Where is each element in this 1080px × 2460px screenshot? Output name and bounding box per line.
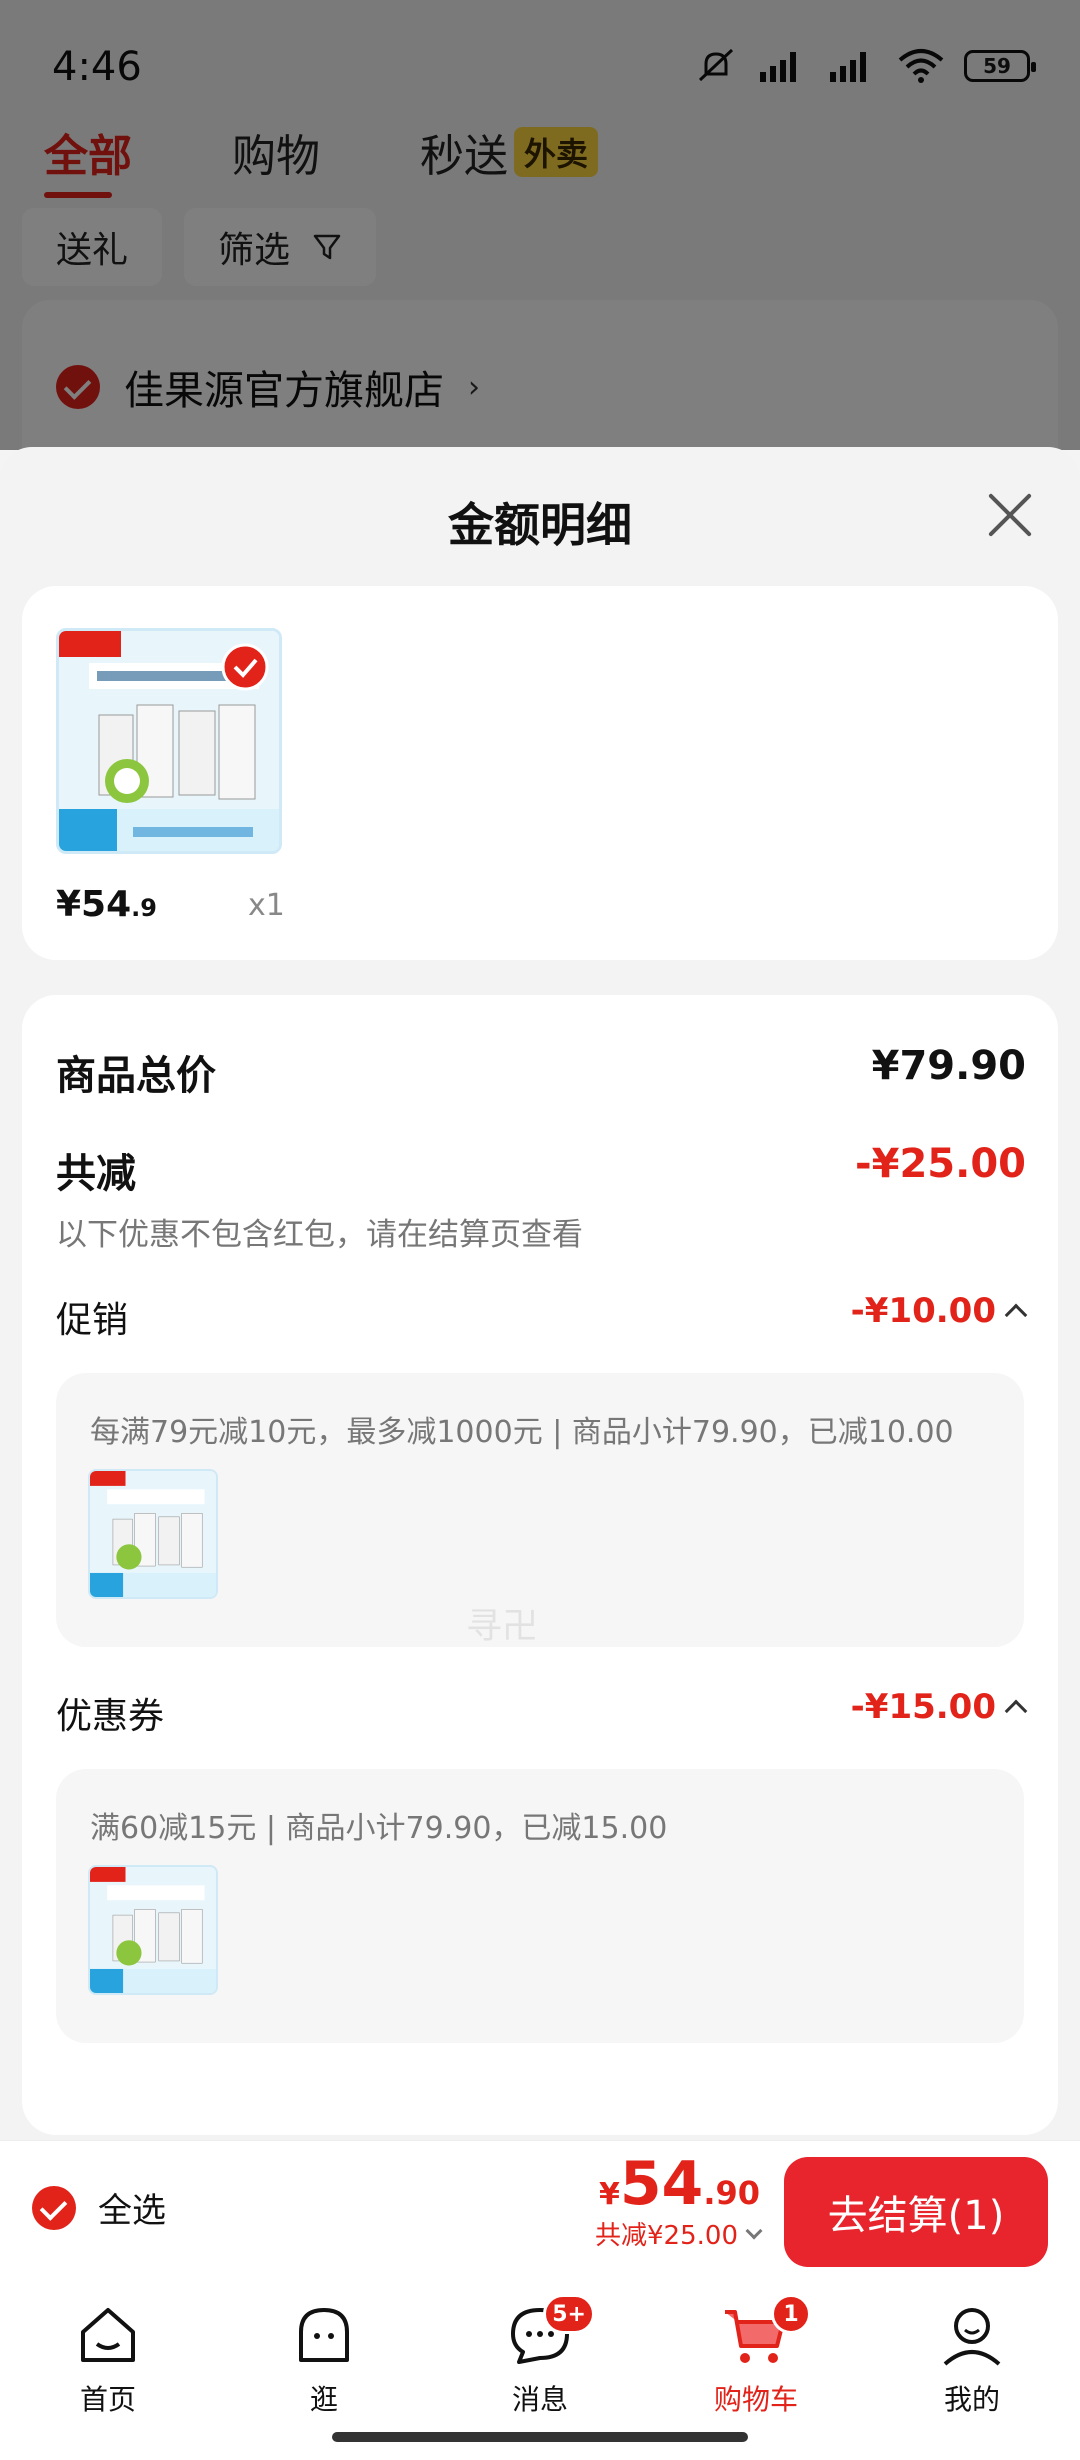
dim-overlay[interactable] (0, 0, 1080, 450)
check-icon (32, 2185, 76, 2230)
checkout-button[interactable]: 去结算(1) (784, 2157, 1048, 2267)
promotion-toggle[interactable]: -¥10.00 (850, 1291, 1028, 1331)
promotion-product-thumbnail[interactable] (88, 1469, 218, 1599)
nav-messages[interactable]: 5+ 消息 (470, 2294, 610, 2418)
product-price-decimal: .9 (131, 894, 157, 922)
message-icon: 5+ (505, 2294, 595, 2370)
promotion-value: -¥10.00 (850, 1291, 996, 1331)
chevron-down-icon (745, 2222, 763, 2239)
select-all-label: 全选 (98, 2191, 166, 2231)
discount-note: 以下优惠不包含红包，请在结算页查看 (56, 1217, 583, 1253)
nav-home[interactable]: 首页 (38, 2300, 178, 2418)
total-price-main: 54 (619, 2149, 704, 2219)
watermark: 寻卍 (466, 1606, 539, 1647)
nav-home-label: 首页 (79, 2383, 136, 2416)
nav-profile[interactable]: 我的 (902, 2300, 1042, 2418)
nav-cart[interactable]: 1 购物车 (686, 2294, 826, 2418)
messages-badge: 5+ (543, 2294, 595, 2334)
nav-browse[interactable]: 逛 (254, 2300, 394, 2418)
total-saved-label: 共减¥25.00 (595, 2221, 738, 2251)
cart-badge: 1 (771, 2294, 811, 2334)
promotion-label: 促销 (56, 1300, 129, 1341)
nav-browse-label: 逛 (309, 2383, 338, 2416)
home-icon (73, 2300, 143, 2370)
product-price: ¥54.9 (56, 884, 157, 925)
checkout-bar: 全选 ¥54.90 共减¥25.00 去结算(1) (0, 2140, 1080, 2280)
close-icon[interactable] (982, 487, 1038, 543)
promotion-desc: 每满79元减10元，最多减1000元 | 商品小计79.90，已减10.00 (90, 1415, 954, 1450)
price-detail-card: 商品总价 ¥79.90 共减 -¥25.00 以下优惠不包含红包，请在结算页查看… (22, 995, 1058, 2135)
product-price-main: ¥54 (56, 884, 132, 925)
coupon-value: -¥15.00 (850, 1687, 996, 1727)
cart-icon: 1 (721, 2294, 811, 2370)
sheet-title: 金额明细 (448, 498, 632, 552)
nav-messages-label: 消息 (511, 2383, 568, 2416)
total-saved: 共减¥25.00 (595, 2215, 763, 2252)
subtotal-value: ¥79.90 (871, 1043, 1026, 1089)
coupon-label: 优惠券 (56, 1696, 165, 1737)
discount-value: -¥25.00 (855, 1141, 1026, 1187)
coupon-toggle[interactable]: -¥15.00 (850, 1687, 1028, 1727)
coupon-desc: 满60减15元 | 商品小计79.90，已减15.00 (90, 1811, 668, 1846)
browse-icon (289, 2300, 359, 2370)
total-currency: ¥ (598, 2177, 620, 2212)
promotion-detail-box: 每满79元减10元，最多减1000元 | 商品小计79.90，已减10.00 (56, 1373, 1024, 1647)
nav-cart-label: 购物车 (713, 2383, 798, 2416)
select-all-toggle[interactable]: 全选 (32, 2183, 166, 2232)
product-quantity: x1 (248, 888, 285, 923)
chevron-up-icon (1004, 1699, 1028, 1723)
coconut-water-package-image (59, 631, 279, 851)
coconut-water-package-image (90, 1867, 216, 1993)
product-card: ¥54.9 x1 (22, 586, 1058, 960)
nav-profile-label: 我的 (943, 2383, 1000, 2416)
home-indicator (332, 2432, 748, 2442)
amount-detail-sheet: 金额明细 ¥54.9 x1 商品总价 ¥79.90 共减 -¥25.00 以下优… (0, 447, 1080, 2280)
product-thumbnail[interactable] (56, 628, 282, 854)
profile-icon (937, 2300, 1007, 2370)
total-price-decimal: .90 (703, 2174, 760, 2212)
chevron-up-icon (1004, 1303, 1028, 1327)
total-block[interactable]: ¥54.90 共减¥25.00 (595, 2149, 763, 2252)
coupon-detail-box: 满60减15元 | 商品小计79.90，已减15.00 (56, 1769, 1024, 2043)
coupon-product-thumbnail[interactable] (88, 1865, 218, 1995)
coconut-water-package-image (90, 1471, 216, 1597)
total-price: ¥54.90 (595, 2149, 760, 2219)
subtotal-label: 商品总价 (56, 1053, 216, 1099)
discount-label: 共减 (56, 1151, 136, 1197)
